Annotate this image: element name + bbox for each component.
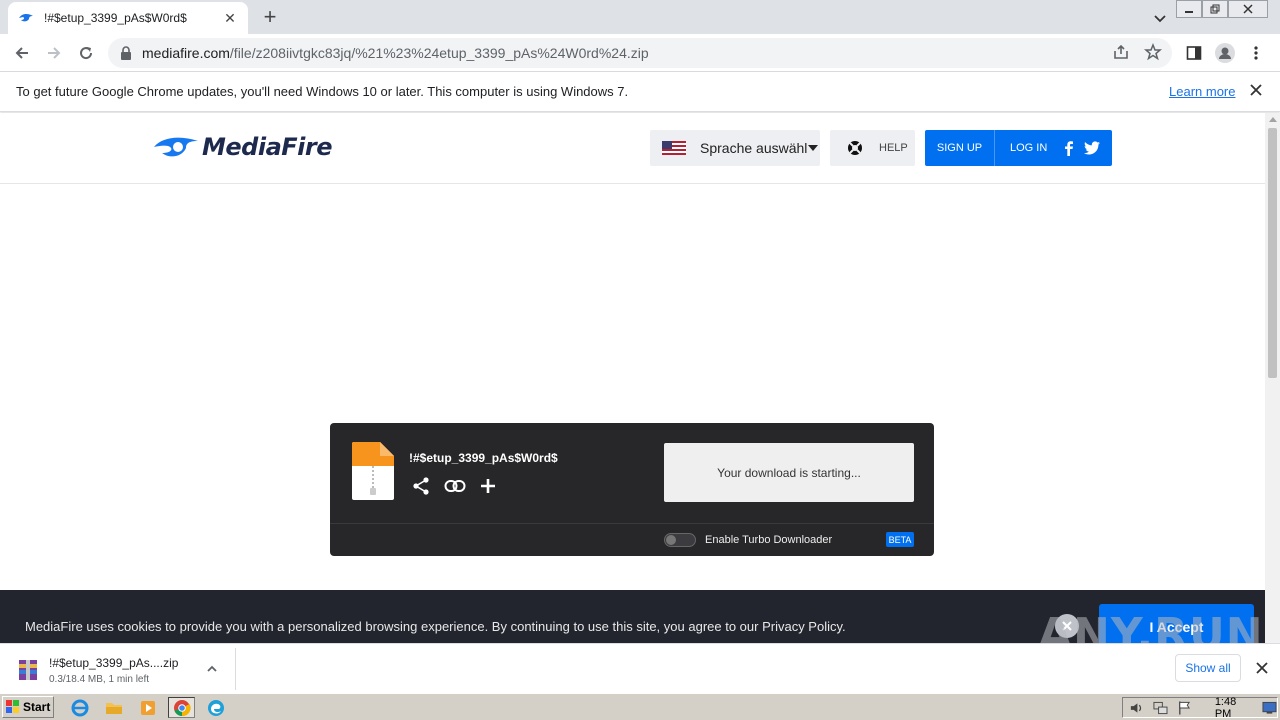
cookie-message: MediaFire uses cookies to provide you wi… bbox=[25, 619, 846, 634]
link-icon[interactable] bbox=[444, 476, 466, 496]
show-desktop-icon[interactable] bbox=[1262, 701, 1277, 715]
window-controls bbox=[1176, 0, 1268, 18]
learn-more-link[interactable]: Learn more bbox=[1169, 84, 1235, 99]
browser-tab[interactable]: !#$etup_3399_pAs$W0rd$ ✕ bbox=[8, 2, 248, 34]
scroll-up-arrow-icon[interactable] bbox=[1269, 117, 1277, 122]
twitter-icon[interactable] bbox=[1083, 140, 1101, 156]
us-flag-icon bbox=[662, 141, 686, 155]
back-button[interactable] bbox=[10, 41, 34, 65]
browser-toolbar: mediafire.com/file/z208iivtgkc83jq/%21%2… bbox=[0, 34, 1280, 72]
start-label: Start bbox=[23, 700, 51, 714]
internet-explorer-icon bbox=[71, 699, 88, 716]
toggle-knob bbox=[666, 535, 676, 545]
anyrun-watermark: ANY.RUN bbox=[1038, 609, 1264, 643]
edge-taskbar-button[interactable] bbox=[202, 697, 229, 718]
chrome-taskbar-button[interactable] bbox=[168, 697, 195, 718]
tab-search-chevron-icon[interactable] bbox=[1150, 8, 1170, 28]
mediafire-favicon-icon bbox=[19, 13, 33, 22]
download-shelf: !#$etup_3399_pAs....zip 0.3/18.4 MB, 1 m… bbox=[0, 643, 1280, 693]
tab-title: !#$etup_3399_pAs$W0rd$ bbox=[44, 11, 187, 25]
infobar-message: To get future Google Chrome updates, you… bbox=[16, 84, 629, 99]
minimize-button[interactable] bbox=[1176, 0, 1202, 18]
media-player-taskbar-button[interactable] bbox=[134, 697, 161, 718]
log-in-button[interactable]: LOG IN bbox=[1010, 142, 1047, 154]
tab-strip: !#$etup_3399_pAs$W0rd$ ✕ + bbox=[0, 0, 1280, 34]
windows-logo-icon bbox=[6, 700, 19, 713]
restore-button[interactable] bbox=[1202, 0, 1228, 18]
mediafire-header: MediaFire Sprache auswählen HELP SIGN UP… bbox=[0, 113, 1265, 184]
auth-buttons: SIGN UP LOG IN bbox=[925, 130, 1112, 166]
side-panel-button[interactable] bbox=[1182, 41, 1206, 65]
file-name: !#$etup_3399_pAs$W0rd$ bbox=[409, 451, 558, 465]
share-icon[interactable] bbox=[411, 476, 431, 496]
language-label: Sprache auswählen bbox=[700, 140, 808, 156]
windows-taskbar: Start 1:48 PM bbox=[0, 693, 1280, 720]
chevron-up-icon[interactable] bbox=[206, 663, 218, 675]
download-box: !#$etup_3399_pAs$W0rd$ Your download is … bbox=[330, 423, 934, 556]
scrollbar-thumb[interactable] bbox=[1268, 128, 1277, 378]
download-file-name: !#$etup_3399_pAs....zip bbox=[49, 656, 179, 670]
back-arrow-icon bbox=[15, 47, 28, 59]
show-all-button[interactable]: Show all bbox=[1175, 654, 1241, 682]
profile-button[interactable] bbox=[1213, 41, 1237, 65]
folder-icon bbox=[105, 702, 122, 714]
window-close-button[interactable] bbox=[1228, 0, 1268, 18]
forward-arrow-icon bbox=[48, 47, 61, 59]
dropdown-caret-icon bbox=[808, 145, 818, 151]
share-page-icon[interactable] bbox=[1112, 43, 1130, 61]
start-button[interactable]: Start bbox=[2, 696, 54, 718]
volume-icon[interactable] bbox=[1129, 700, 1144, 716]
page-scrollbar[interactable] bbox=[1265, 113, 1280, 643]
lifebuoy-icon bbox=[848, 141, 862, 155]
mediafire-flame-logo-icon bbox=[154, 137, 198, 157]
network-icon[interactable] bbox=[1153, 700, 1168, 716]
kebab-menu-icon bbox=[1254, 46, 1258, 60]
chrome-icon bbox=[173, 699, 191, 716]
edge-icon bbox=[207, 699, 224, 716]
download-progress: 0.3/18.4 MB, 1 min left bbox=[49, 674, 150, 685]
tab-close-icon[interactable]: ✕ bbox=[222, 10, 238, 26]
facebook-icon[interactable] bbox=[1061, 140, 1077, 156]
turbo-downloader-toggle[interactable] bbox=[664, 533, 696, 547]
system-tray: 1:48 PM bbox=[1122, 696, 1278, 720]
social-login bbox=[1061, 140, 1101, 156]
url-text: mediafire.com/file/z208iivtgkc83jq/%21%2… bbox=[142, 45, 649, 61]
add-plus-icon[interactable] bbox=[479, 477, 497, 495]
sign-up-button[interactable]: SIGN UP bbox=[925, 130, 995, 166]
update-infobar: To get future Google Chrome updates, you… bbox=[0, 72, 1280, 112]
download-item[interactable]: !#$etup_3399_pAs....zip 0.3/18.4 MB, 1 m… bbox=[8, 648, 236, 690]
download-status: Your download is starting... bbox=[664, 443, 914, 502]
address-bar[interactable]: mediafire.com/file/z208iivtgkc83jq/%21%2… bbox=[108, 38, 1172, 68]
lock-icon[interactable] bbox=[120, 46, 132, 60]
help-button[interactable]: HELP bbox=[830, 130, 915, 166]
divider bbox=[330, 523, 934, 524]
beta-badge: BETA bbox=[886, 532, 914, 547]
side-panel-icon bbox=[1186, 46, 1202, 60]
shelf-close-icon[interactable] bbox=[1254, 660, 1270, 676]
page-content: MediaFire Sprache auswählen HELP SIGN UP… bbox=[0, 113, 1265, 643]
bookmark-star-icon[interactable] bbox=[1144, 43, 1162, 61]
archive-file-icon bbox=[19, 660, 37, 680]
language-selector[interactable]: Sprache auswählen bbox=[650, 130, 820, 166]
action-center-flag-icon[interactable] bbox=[1177, 700, 1192, 716]
zip-file-icon bbox=[352, 442, 394, 500]
taskbar-clock[interactable]: 1:48 PM bbox=[1215, 696, 1253, 720]
chrome-menu-button[interactable] bbox=[1244, 41, 1268, 65]
reload-button[interactable] bbox=[74, 41, 98, 65]
quick-launch bbox=[66, 697, 229, 718]
help-label: HELP bbox=[879, 142, 908, 154]
infobar-close-icon[interactable] bbox=[1248, 82, 1264, 98]
profile-avatar-icon bbox=[1215, 43, 1235, 63]
mediafire-logo[interactable]: MediaFire bbox=[152, 133, 333, 161]
media-player-icon bbox=[140, 700, 155, 715]
forward-button[interactable] bbox=[42, 41, 66, 65]
mediafire-wordmark: MediaFire bbox=[202, 133, 333, 161]
file-actions bbox=[411, 476, 497, 496]
turbo-downloader-label: Enable Turbo Downloader bbox=[705, 534, 833, 546]
new-tab-button[interactable]: + bbox=[258, 6, 282, 30]
internet-explorer-taskbar-button[interactable] bbox=[66, 697, 93, 718]
explorer-taskbar-button[interactable] bbox=[100, 697, 127, 718]
reload-icon bbox=[80, 47, 93, 60]
